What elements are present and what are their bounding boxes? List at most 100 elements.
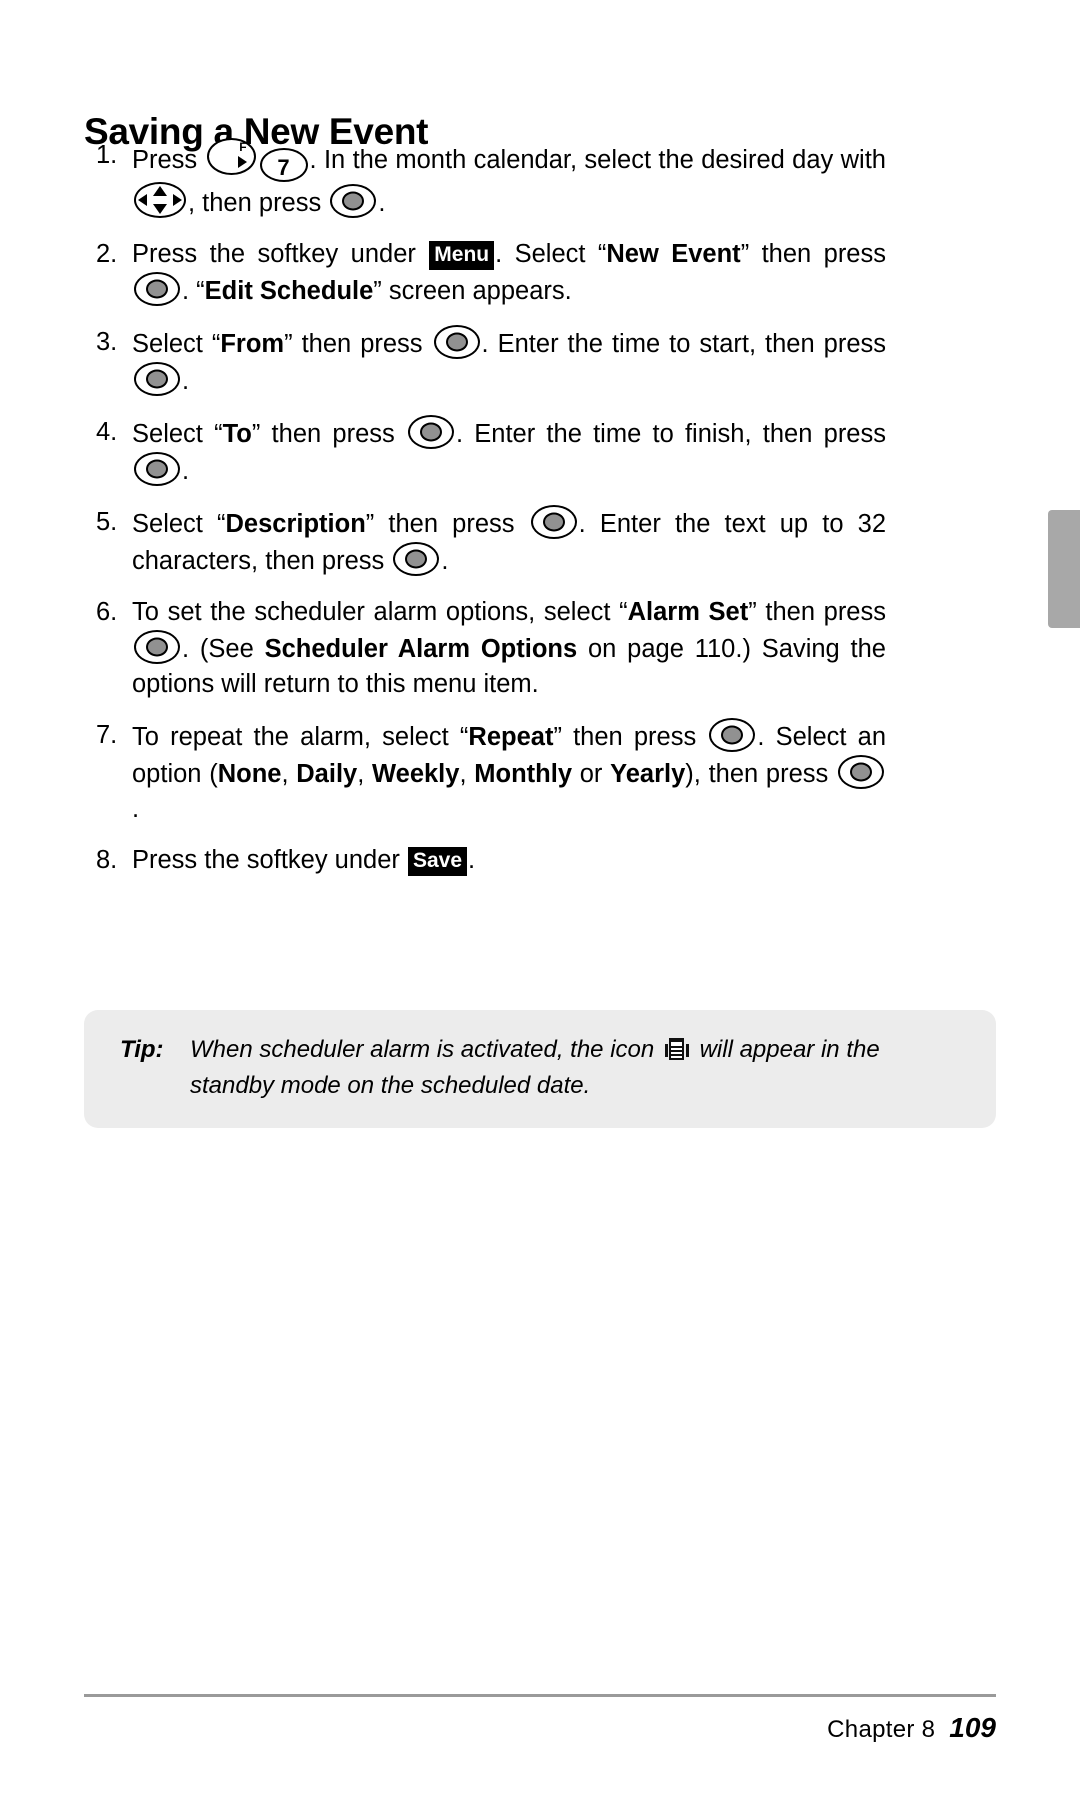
step-number: 1. xyxy=(96,141,118,169)
arrow-left-icon xyxy=(138,194,147,206)
scheduler-alarm-options-reference: Scheduler Alarm Options xyxy=(264,635,578,663)
chapter-edge-tab xyxy=(1048,510,1080,628)
ok-key-icon[interactable] xyxy=(134,362,180,396)
scheduler-icon-right-bar xyxy=(685,1044,689,1057)
step-2-text-c: ” then press xyxy=(740,240,886,268)
ok-key-icon[interactable] xyxy=(134,452,180,486)
step-text: Select “To” then press . Enter the time … xyxy=(132,415,886,489)
scheduler-icon-cap xyxy=(668,1038,684,1042)
repeat-option-yearly: Yearly xyxy=(610,760,686,788)
tip-label: Tip: xyxy=(120,1036,164,1063)
description-menu-item: Description xyxy=(225,510,366,538)
tip-text: When scheduler alarm is activated, the i… xyxy=(190,1032,970,1104)
step-text: To repeat the alarm, select “Repeat” the… xyxy=(132,718,886,827)
step-3-text-c: . Enter the time to start, then press xyxy=(481,330,887,358)
step-text: Press the softkey under Save. xyxy=(132,843,886,878)
function-key-triangle-icon xyxy=(237,156,247,168)
scheduler-icon-line-1 xyxy=(670,1046,682,1048)
separator: , xyxy=(357,760,373,788)
step-8-text-b: . xyxy=(468,846,476,874)
step-4-text-b: ” then press xyxy=(251,420,406,448)
edit-schedule-screen-name: Edit Schedule xyxy=(204,277,374,305)
step-number: 7. xyxy=(96,721,118,749)
step-5-text-b: ” then press xyxy=(365,510,529,538)
navigation-key-icon[interactable] xyxy=(134,182,186,218)
step-3-text-b: ” then press xyxy=(284,330,432,358)
tip-text-before-icon: When scheduler alarm is activated, the i… xyxy=(190,1036,661,1063)
repeat-menu-item: Repeat xyxy=(468,723,554,751)
step-4-text-d: . xyxy=(182,457,190,485)
step-1: 1. Press F 7 . In the month calendar, sele… xyxy=(96,138,886,221)
step-2-text-b: . Select “ xyxy=(495,240,607,268)
repeat-option-none: None xyxy=(217,760,282,788)
function-key-letter: F xyxy=(239,140,247,154)
separator: , xyxy=(459,760,475,788)
scheduler-icon-line-2 xyxy=(670,1050,682,1052)
separator: or xyxy=(572,760,611,788)
step-1-text-b: . In the month calendar, select the desi… xyxy=(309,146,886,174)
ok-key-icon[interactable] xyxy=(330,184,377,218)
ok-key-icon[interactable] xyxy=(134,630,180,664)
step-number: 5. xyxy=(96,508,118,536)
scheduler-icon-line-3 xyxy=(670,1054,682,1056)
step-3: 3. Select “From” then press . Enter the … xyxy=(96,325,886,399)
alarm-set-menu-item: Alarm Set xyxy=(627,598,749,626)
step-4-text-c: . Enter the time to finish, then press xyxy=(455,420,886,448)
ok-key-icon[interactable] xyxy=(530,505,577,539)
step-6: 6. To set the scheduler alarm options, s… xyxy=(96,595,886,702)
step-text: To set the scheduler alarm options, sele… xyxy=(132,595,886,702)
ok-key-icon[interactable] xyxy=(433,325,480,359)
step-2-text-a: Press the softkey under xyxy=(132,240,429,268)
repeat-option-daily: Daily xyxy=(296,760,358,788)
step-3-text-d: . xyxy=(182,367,190,395)
arrow-right-icon xyxy=(173,194,182,206)
step-text: Select “Description” then press . Enter … xyxy=(132,505,886,579)
scheduler-icon-left-bar xyxy=(664,1044,668,1057)
step-6-text-a: To set the scheduler alarm options, sele… xyxy=(132,598,628,626)
ok-key-icon[interactable] xyxy=(709,718,756,752)
manual-page: Saving a New Event 1. Press F7. In the m… xyxy=(0,0,1080,1800)
tip-callout-box: Tip: When scheduler alarm is activated, … xyxy=(84,1010,996,1128)
footer-page-number: 109 xyxy=(949,1712,996,1743)
menu-softkey-label[interactable]: Menu xyxy=(429,241,495,270)
step-7: 7. To repeat the alarm, select “Repeat” … xyxy=(96,718,886,827)
step-7-text-a: To repeat the alarm, select “ xyxy=(132,723,469,751)
step-6-text-c: . (See xyxy=(182,635,265,663)
ok-key-icon[interactable] xyxy=(838,755,885,789)
step-2-text-e: ” screen appears. xyxy=(373,277,572,305)
ok-key-icon[interactable] xyxy=(134,272,180,306)
separator: , xyxy=(281,760,297,788)
repeat-option-monthly: Monthly xyxy=(474,760,572,788)
step-2: 2. Press the softkey under Menu. Select … xyxy=(96,237,886,309)
page-footer: Chapter 8 109 xyxy=(84,1712,996,1744)
step-4-text-a: Select “ xyxy=(132,420,223,448)
step-5: 5. Select “Description” then press . Ent… xyxy=(96,505,886,579)
arrow-up-icon xyxy=(153,186,167,196)
step-2-text-d: . “ xyxy=(182,277,205,305)
save-softkey-label[interactable]: Save xyxy=(407,847,468,876)
step-1-text-a: Press xyxy=(132,146,205,174)
repeat-option-weekly: Weekly xyxy=(372,760,460,788)
step-5-text-a: Select “ xyxy=(132,510,226,538)
step-number: 4. xyxy=(96,418,118,446)
step-number: 2. xyxy=(96,240,118,268)
footer-divider xyxy=(84,1694,996,1697)
step-1-text-c: , then press xyxy=(188,189,329,217)
step-8-text-a: Press the softkey under xyxy=(132,846,407,874)
step-1-text-d: . xyxy=(378,189,386,217)
step-number: 8. xyxy=(96,846,118,874)
arrow-down-icon xyxy=(153,204,167,214)
step-6-text-b: ” then press xyxy=(748,598,886,626)
step-7-text-d: ), then press xyxy=(685,760,837,788)
from-menu-item: From xyxy=(220,330,285,358)
footer-chapter-label: Chapter 8 xyxy=(827,1716,936,1743)
step-number: 3. xyxy=(96,328,118,356)
new-event-menu-item: New Event xyxy=(606,240,741,268)
ok-key-icon[interactable] xyxy=(393,542,440,576)
step-text: Press F 7 . In the month calendar, select … xyxy=(132,138,886,221)
step-7-text-e: . xyxy=(132,795,140,823)
step-number: 6. xyxy=(96,598,118,626)
ok-key-icon[interactable] xyxy=(407,415,454,449)
function-key-icon[interactable]: F xyxy=(206,138,256,175)
number-key-7-icon[interactable]: 7 xyxy=(259,148,308,182)
